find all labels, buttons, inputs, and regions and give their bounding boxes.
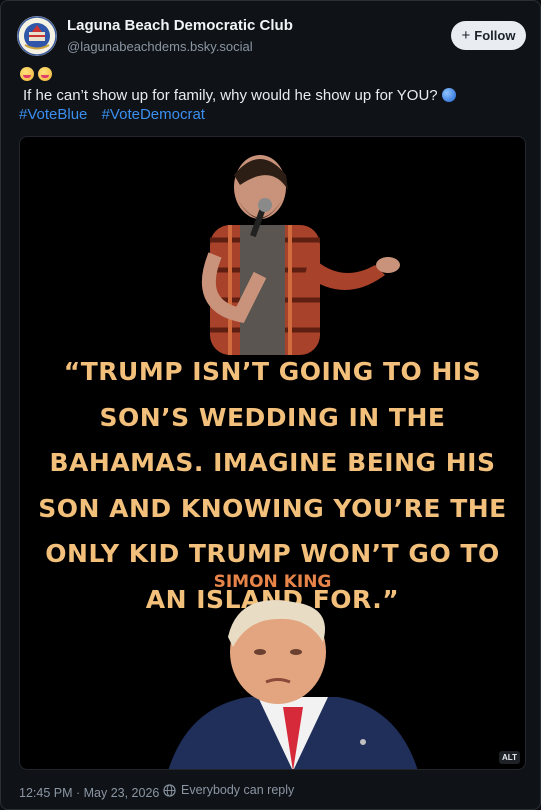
reply-setting[interactable]: Everybody can reply <box>163 783 294 797</box>
silly-emoji-icon <box>38 67 52 81</box>
post-timestamp[interactable]: 12:45 PM · May 23, 2026 <box>19 786 159 800</box>
quote-author: Simon King <box>213 572 332 592</box>
author-name[interactable]: Laguna Beach Democratic Club <box>67 17 293 34</box>
plus-icon: + <box>461 27 471 44</box>
follow-label: Follow <box>474 28 516 43</box>
comedian-photo <box>201 155 400 355</box>
politician-photo <box>168 600 418 769</box>
emoji-row <box>20 67 52 81</box>
alt-text-badge[interactable]: ALT <box>499 751 520 764</box>
post-card: Laguna Beach Democratic Club @lagunabeac… <box>0 0 541 810</box>
blue-circle-emoji-icon <box>441 88 456 102</box>
hashtag-row: #VoteBlue #VoteDemocrat <box>19 106 215 123</box>
follow-button[interactable]: + Follow <box>451 21 526 50</box>
author-handle[interactable]: @lagunabeachdems.bsky.social <box>67 39 253 54</box>
post-text: If he can’t show up for family, why woul… <box>23 87 438 104</box>
post-image[interactable]: “Trump isn’t going to his son’s wedding … <box>19 136 526 770</box>
post-text-line: If he can’t show up for family, why woul… <box>23 87 456 104</box>
laughing-emoji-icon <box>20 67 34 81</box>
globe-icon <box>163 783 176 797</box>
hashtag-votedemocrat[interactable]: #VoteDemocrat <box>102 106 205 123</box>
avatar[interactable] <box>17 16 57 56</box>
avatar-logo-icon <box>17 16 57 56</box>
hashtag-voteblue[interactable]: #VoteBlue <box>19 106 87 123</box>
reply-setting-label: Everybody can reply <box>181 783 295 797</box>
